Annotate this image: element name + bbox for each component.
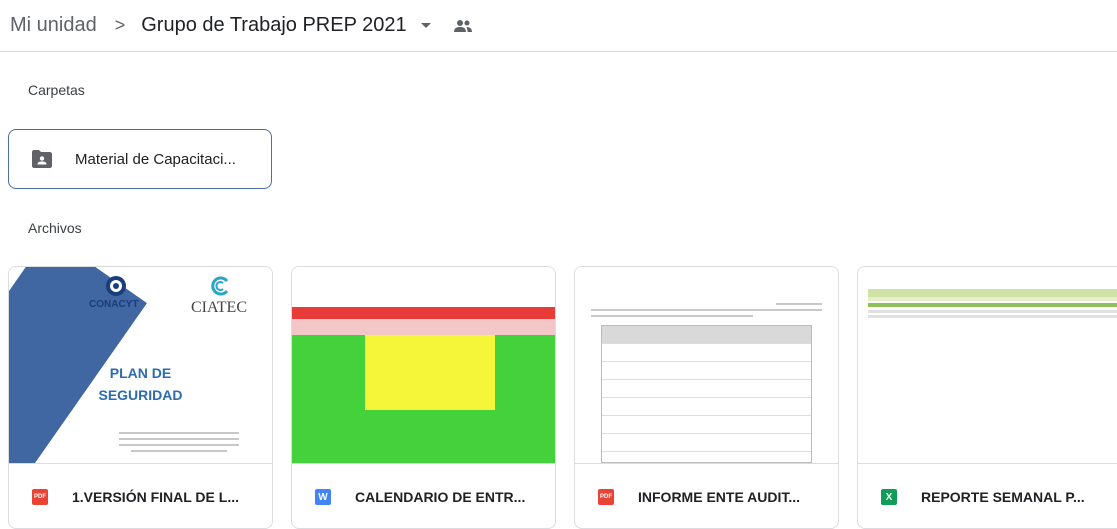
pdf-icon: PDF: [32, 489, 48, 505]
thumbnail-text-lines: [119, 432, 239, 452]
chevron-right-icon: >: [114, 15, 126, 35]
thumbnail-title: PLAN DE SEGURIDAD: [9, 362, 272, 406]
folder-name: Material de Capacitaci...: [75, 150, 236, 168]
files-section-label: Archivos: [28, 220, 82, 236]
thumbnail-org2: CIATEC: [191, 299, 247, 316]
thumbnail-decoration: [868, 297, 1117, 301]
conacyt-logo-icon: [106, 276, 126, 296]
thumbnail-title-line2: SEGURIDAD: [98, 387, 183, 403]
file-thumbnail: [858, 267, 1117, 463]
caret-down-icon[interactable]: [420, 23, 431, 28]
folder-item[interactable]: Material de Capacitaci...: [8, 129, 272, 189]
shared-folder-icon: [31, 150, 53, 168]
file-thumbnail: [292, 267, 555, 463]
folders-section-label: Carpetas: [28, 82, 85, 98]
thumbnail-decoration: [292, 307, 555, 319]
thumbnail-decoration: [868, 303, 1117, 307]
thumbnail-decoration: [868, 289, 1117, 297]
thumbnail-decoration: [868, 315, 1117, 318]
breadcrumb-bar: Mi unidad > Grupo de Trabajo PREP 2021: [0, 0, 1117, 52]
pdf-icon: PDF: [598, 489, 614, 505]
word-doc-icon: W: [315, 489, 331, 505]
file-footer: W CALENDARIO DE ENTR...: [292, 463, 555, 528]
thumbnail-text-lines: [591, 303, 822, 321]
thumbnail-decoration: [292, 319, 555, 335]
file-card[interactable]: W CALENDARIO DE ENTR...: [291, 266, 556, 529]
file-name: REPORTE SEMANAL P...: [921, 489, 1085, 505]
ciatec-logo-icon: [211, 276, 229, 296]
file-thumbnail: CONACYT CIATEC PLAN DE SEGURIDAD: [9, 267, 272, 463]
thumbnail-table: [601, 325, 812, 463]
file-footer: PDF 1.VERSIÓN FINAL DE L...: [9, 463, 272, 528]
thumbnail-title-line1: PLAN DE: [109, 365, 172, 381]
breadcrumb-root[interactable]: Mi unidad: [10, 14, 97, 37]
file-name: 1.VERSIÓN FINAL DE L...: [72, 489, 239, 505]
thumbnail-decoration: [365, 335, 495, 410]
thumbnail-decoration: [292, 410, 555, 463]
breadcrumb-current-folder[interactable]: Grupo de Trabajo PREP 2021: [141, 14, 406, 37]
thumbnail-org1: CONACYT: [89, 299, 139, 310]
file-footer: X REPORTE SEMANAL P...: [858, 463, 1117, 528]
excel-sheet-icon: X: [881, 489, 897, 505]
file-name: CALENDARIO DE ENTR...: [355, 489, 526, 505]
file-card[interactable]: X REPORTE SEMANAL P...: [857, 266, 1117, 529]
shared-people-icon[interactable]: [453, 19, 473, 33]
thumbnail-decoration: [868, 310, 1117, 313]
file-card[interactable]: PDF INFORME ENTE AUDIT...: [574, 266, 839, 529]
file-footer: PDF INFORME ENTE AUDIT...: [575, 463, 838, 528]
file-name: INFORME ENTE AUDIT...: [638, 489, 801, 505]
file-thumbnail: [575, 267, 838, 463]
file-card[interactable]: CONACYT CIATEC PLAN DE SEGURIDAD PDF 1.V…: [8, 266, 273, 529]
